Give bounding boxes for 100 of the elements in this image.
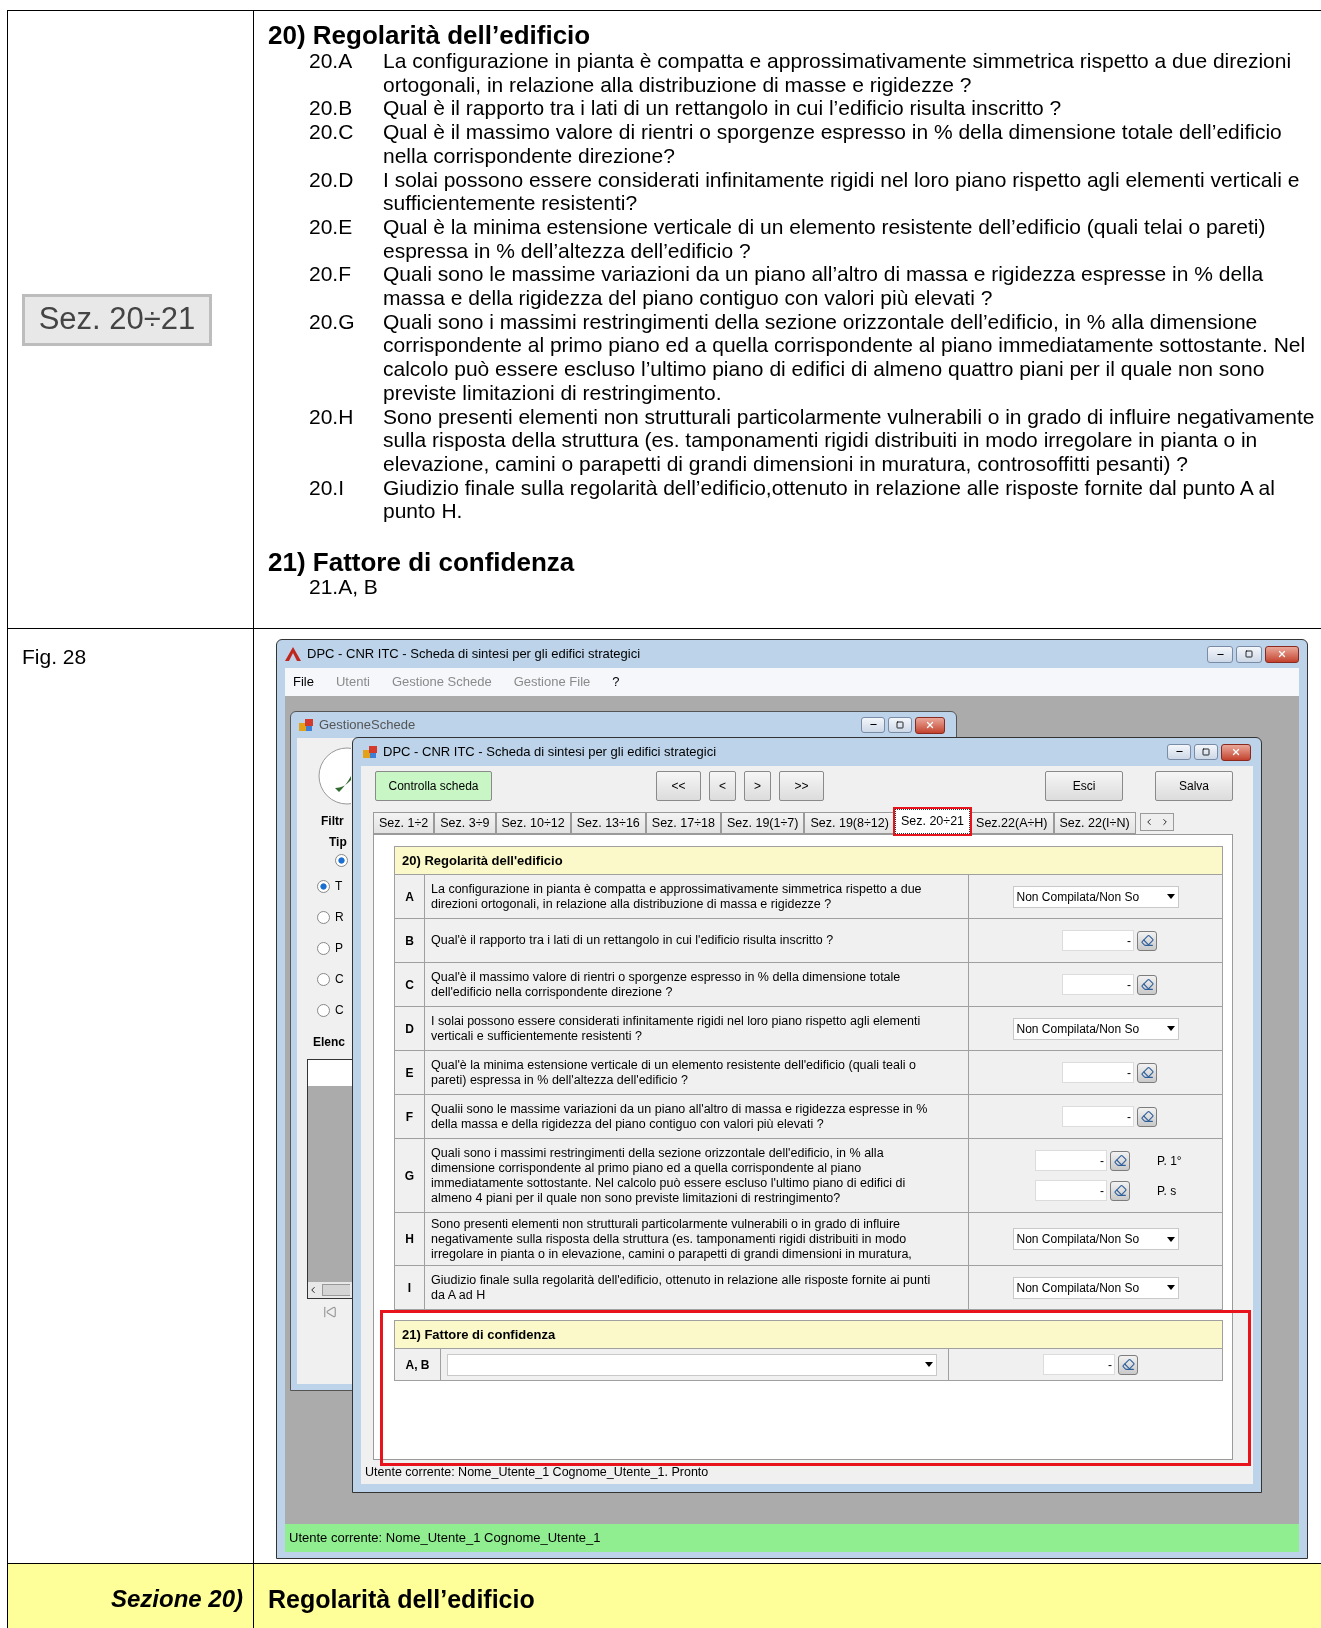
status-text: Utente corrente: Nome_Utente_1 Cognome_Utente_1. Pronto: [365, 1463, 709, 1481]
edit-button[interactable]: [1137, 1062, 1157, 1083]
row-letter: G: [404, 1167, 415, 1185]
minimize-button[interactable]: [861, 716, 885, 733]
save-button[interactable]: Salva: [1155, 771, 1233, 801]
item-text: Quali sono i massimi restringimenti della sezione orizzontale dell’edificio, in % alla dimensione corrispondente al primo piano ed a quella corrispondente al piano immediatamente sottostante. Nel calcolo può essere escluso l’ultimo piano di edifici di almeno quattro piani per il quale non sono previste limitazioni di restringimento.: [383, 309, 1307, 405]
row-letter: B: [405, 932, 414, 950]
dropdown-caret-icon: [925, 1362, 933, 1367]
group-label: Tip: [329, 834, 347, 851]
number-field[interactable]: -: [1043, 1354, 1115, 1375]
exit-button[interactable]: Esci: [1045, 771, 1123, 801]
close-button[interactable]: [1265, 645, 1299, 663]
menu-item[interactable]: ?: [612, 672, 620, 692]
section-title: Regolarità dell’edificio: [268, 1585, 535, 1613]
edit-button[interactable]: [1110, 1150, 1130, 1171]
first-record-icon[interactable]: [323, 1305, 337, 1319]
nav-button[interactable]: <: [709, 771, 736, 801]
edit-button[interactable]: [1110, 1180, 1130, 1201]
field-label: P. 1°: [1157, 1152, 1183, 1170]
radio-button[interactable]: [317, 1003, 330, 1017]
tab[interactable]: Sez. 1÷2: [373, 812, 435, 834]
dropdown[interactable]: Non Compilata/Non So: [1012, 885, 1179, 908]
number-field[interactable]: -: [1035, 1180, 1107, 1201]
number-field[interactable]: -: [1062, 1106, 1134, 1127]
row-letter: H: [405, 1231, 414, 1248]
question-text: Quali sono i massimi restringimenti della sezione orizzontale dell'edificio, in % alla dimensione corrispondente al primo piano ed a quella corrispondente al piano immediatamente sottostante. Nel calcolo può essere escluso l'ultimo piano di edifici di almeno 4 piani per il quale non sono previste limitazioni di restringimento?: [431, 1145, 907, 1206]
tab[interactable]: Sez. 10÷12: [495, 812, 571, 834]
eraser-icon: [1121, 1358, 1135, 1371]
tab[interactable]: Sez. 20÷21: [894, 809, 971, 834]
tab[interactable]: Sez. 17÷18: [645, 812, 721, 834]
edit-button[interactable]: [1118, 1354, 1138, 1375]
minimize-button[interactable]: [1207, 645, 1233, 663]
list-header: [308, 1060, 352, 1086]
maximize-button[interactable]: [1194, 743, 1218, 760]
tab[interactable]: Sez. 22(I÷N): [1053, 812, 1136, 834]
row-letter: D: [405, 1020, 414, 1038]
minimize-button[interactable]: [1167, 743, 1191, 760]
item-code: 20.B: [309, 96, 354, 121]
radio-button[interactable]: [317, 879, 330, 893]
close-icon: [1231, 747, 1241, 757]
nav-button[interactable]: >: [744, 771, 771, 801]
tab-image: Sez. 20÷21: [22, 293, 212, 346]
question-text: Giudizio finale sulla regolarità dell'edificio, ottenuto in relazione alle risposte fornite ai punti da A ad H: [431, 1272, 932, 1303]
logo-icon: [317, 746, 351, 806]
maximize-icon: [896, 720, 904, 729]
row-letter: A, B: [405, 1356, 430, 1374]
edit-button[interactable]: [1137, 974, 1157, 995]
nav-button[interactable]: >>: [779, 771, 824, 801]
edit-button[interactable]: [1137, 1106, 1157, 1127]
radio-label: R: [335, 909, 344, 926]
item-code: 21.A, B: [309, 575, 379, 600]
close-button[interactable]: [915, 716, 945, 734]
check-button[interactable]: Controlla scheda: [375, 771, 492, 801]
radio-label: P: [335, 940, 343, 957]
menu-item[interactable]: File: [293, 672, 314, 692]
question-text: Qual'è la minima estensione verticale di un elemento resistente dell'edificio (quali teali o pareti) espressa in % dell'altezza dell'edificio ?: [431, 1057, 917, 1088]
tab[interactable]: Sez.22(A÷H): [970, 812, 1054, 834]
dropdown-caret-icon: [1166, 894, 1175, 899]
dropdown-caret-icon: [1166, 1285, 1175, 1290]
radio-button[interactable]: [317, 910, 330, 924]
section-heading: 20) Regolarità dell’edificio: [268, 22, 592, 48]
maximize-button[interactable]: [888, 716, 912, 733]
window-title: DPC - CNR ITC - Scheda di sintesi per gli edifici strategici: [307, 645, 641, 664]
item-code: 20.G: [309, 309, 356, 335]
dropdown[interactable]: Non Compilata/Non So: [1012, 1228, 1179, 1250]
section-heading: 21) Fattore di confidenza: [268, 549, 576, 576]
number-field[interactable]: -: [1062, 930, 1134, 951]
dropdown[interactable]: Non Compilata/Non So: [1012, 1276, 1179, 1299]
item-text: Sono presenti elementi non strutturali particolarmente vulnerabili o in grado di influire negativamente sulla risposta della struttura (es. tamponamenti rigidi distribuiti in modo irregolare in pianta o in elevazione, camini o parapetti di grandi dimensioni in muratura, controsoffitti pesanti) ?: [383, 404, 1316, 476]
eraser-icon: [1113, 1154, 1127, 1167]
close-button[interactable]: [1221, 743, 1251, 761]
item-text: Qual è il rapporto tra i lati di un rettangolo in cui l’edificio risulta inscritto ?: [383, 96, 1063, 121]
app-icon: [363, 745, 377, 759]
radio-button[interactable]: [317, 941, 330, 955]
number-field[interactable]: -: [1035, 1150, 1107, 1171]
item-code: 20.F: [309, 262, 353, 288]
item-code: 20.A: [309, 49, 354, 74]
tab[interactable]: Sez. 19(8÷12): [804, 812, 895, 834]
number-field[interactable]: -: [1062, 974, 1134, 995]
eraser-icon: [1140, 934, 1154, 947]
app-logo-icon: [285, 647, 301, 661]
eraser-icon: [1113, 1184, 1127, 1197]
radio-button[interactable]: [317, 972, 330, 986]
row-letter: C: [405, 976, 414, 994]
tab[interactable]: Sez. 13÷16: [570, 812, 646, 834]
row-letter: I: [407, 1279, 412, 1297]
item-code: 20.I: [309, 475, 346, 501]
tab[interactable]: Sez. 19(1÷7): [720, 812, 805, 834]
horizontal-scrollbar[interactable]: [308, 1282, 352, 1298]
list-label: Elenc: [313, 1034, 345, 1051]
radio-button[interactable]: [335, 854, 348, 867]
item-text: Quali sono le massime variazioni da un piano all’altro di massa e rigidezza espresse in % della massa e della rigidezza del piano contiguo con valori più elevati ?: [383, 262, 1265, 310]
maximize-button[interactable]: [1236, 645, 1262, 663]
tab[interactable]: Sez. 3÷9: [434, 812, 496, 834]
nav-button[interactable]: <<: [656, 771, 701, 801]
eraser-icon: [1140, 1066, 1154, 1079]
dropdown[interactable]: Non Compilata/Non So: [1012, 1017, 1179, 1040]
number-field[interactable]: -: [1062, 1062, 1134, 1083]
edit-button[interactable]: [1137, 930, 1157, 951]
row-letter: A: [405, 888, 414, 906]
